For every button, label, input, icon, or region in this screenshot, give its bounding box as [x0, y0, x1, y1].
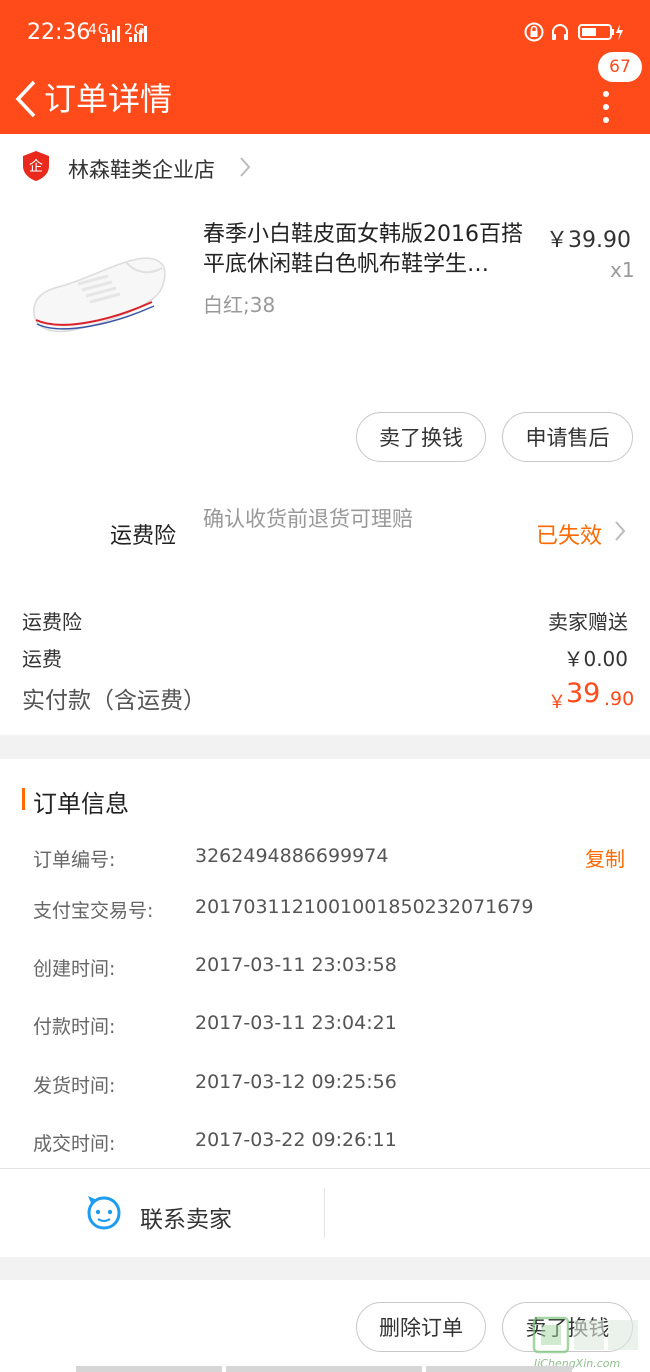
contact-seller-label: 联系卖家 — [140, 1207, 232, 1233]
order-number-label: 订单编号: — [33, 849, 116, 871]
ship-time-value: 2017-03-12 09:25:56 — [195, 1071, 397, 1093]
create-time-value: 2017-03-11 23:03:58 — [195, 954, 397, 976]
message-count-badge[interactable]: 67 — [598, 52, 642, 82]
pay-time-value: 2017-03-11 23:04:21 — [195, 1012, 397, 1034]
battery-charging-icon — [578, 22, 624, 46]
fee-shipping-value: ￥0.00 — [563, 647, 628, 671]
alipay-trade-number-value: 2017031121001001850232071679 — [195, 896, 534, 918]
apply-after-sale-button[interactable]: 申请售后 — [502, 412, 633, 462]
ship-time-label: 发货时间: — [33, 1075, 116, 1097]
chevron-right-icon — [238, 156, 252, 182]
pay-time-label: 付款时间: — [33, 1016, 116, 1038]
contact-seller-button[interactable]: 联系卖家 — [0, 1170, 324, 1256]
headphone-icon — [550, 22, 570, 46]
order-info-title: 订单信息 — [33, 790, 129, 818]
section-accent-bar — [22, 788, 25, 810]
product-title[interactable]: 春季小白鞋皮面女韩版2016百搭平底休闲鞋白色帆布鞋学生… — [203, 220, 528, 280]
order-number-value: 3262494886699974 — [195, 845, 389, 867]
insurance-description: 确认收货前退货可理赔 — [203, 507, 413, 531]
chat-face-icon — [86, 1194, 122, 1236]
insurance-title: 运费险 — [110, 524, 177, 549]
total-amount-integer: 39 — [566, 678, 601, 709]
signal-bars-icon — [102, 26, 150, 46]
status-bar: 22:36 4G 2G — [0, 0, 650, 66]
copy-order-number-button[interactable]: 复制 — [585, 843, 625, 872]
product-image[interactable] — [22, 228, 172, 348]
create-time-label: 创建时间: — [33, 958, 116, 980]
insurance-status: 已失效 — [536, 524, 603, 549]
shop-name[interactable]: 林森鞋类企业店 — [68, 154, 215, 184]
product-sku: 白红;38 — [203, 293, 276, 317]
deal-time-value: 2017-03-22 09:26:11 — [195, 1129, 397, 1151]
svg-text:企: 企 — [29, 158, 43, 175]
status-time: 22:36 — [27, 20, 91, 45]
chevron-right-icon — [613, 520, 627, 546]
alipay-trade-number-label: 支付宝交易号: — [33, 900, 154, 922]
bottom-strip — [0, 1366, 650, 1372]
lock-rotation-icon — [524, 22, 544, 46]
fee-insurance-value: 卖家赠送 — [548, 610, 628, 634]
total-paid-label: 实付款（含运费） — [22, 688, 206, 714]
sell-exchange-button[interactable]: 卖了换钱 — [356, 412, 486, 462]
divider — [0, 1168, 650, 1169]
delete-order-button[interactable]: 删除订单 — [356, 1302, 486, 1352]
nav-bar: 订单详情 67 — [0, 52, 650, 134]
fee-insurance-label: 运费险 — [22, 610, 82, 634]
total-amount-decimal: .90 — [604, 688, 635, 710]
divider — [324, 1188, 325, 1238]
fee-shipping-label: 运费 — [22, 647, 62, 671]
chevron-left-icon[interactable] — [10, 72, 40, 122]
deal-time-label: 成交时间: — [33, 1133, 116, 1155]
total-currency-symbol: ￥ — [548, 692, 566, 713]
page-title: 订单详情 — [44, 80, 173, 118]
product-quantity: x1 — [610, 258, 635, 282]
enterprise-shield-icon: 企 — [22, 150, 50, 186]
more-vertical-icon[interactable] — [600, 88, 612, 128]
product-price: ￥39.90 — [546, 228, 631, 253]
shop-row[interactable]: 企 林森鞋类企业店 — [0, 134, 650, 200]
shipping-insurance-row[interactable]: 运费险 确认收货前退货可理赔 已失效 — [0, 490, 650, 570]
